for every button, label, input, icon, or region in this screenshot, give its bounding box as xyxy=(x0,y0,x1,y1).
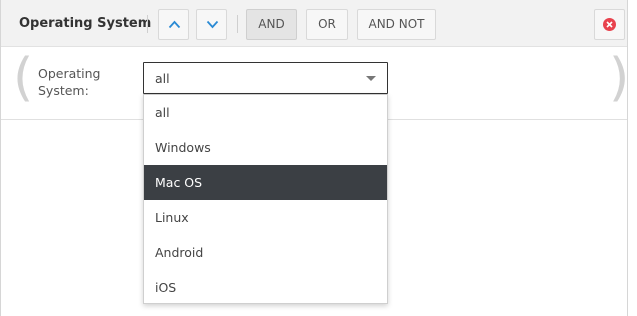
operating-system-select[interactable]: all xyxy=(143,62,388,94)
operating-system-dropdown: all Windows Mac OS Linux Android iOS xyxy=(143,94,388,304)
and-button[interactable]: AND xyxy=(246,9,297,40)
scrollbar[interactable] xyxy=(631,0,637,316)
option-android[interactable]: Android xyxy=(144,235,387,270)
select-value: all xyxy=(155,71,170,86)
close-circle-icon xyxy=(603,18,616,31)
criteria-toolbar: Operating System AND OR AND NOT xyxy=(1,0,627,47)
option-linux[interactable]: Linux xyxy=(144,200,387,235)
toolbar-divider xyxy=(237,15,238,33)
open-paren: ( xyxy=(13,48,34,108)
panel-title: Operating System xyxy=(19,16,152,31)
or-button[interactable]: OR xyxy=(306,9,348,40)
move-down-button[interactable] xyxy=(196,9,227,40)
operating-system-label: Operating System: xyxy=(38,66,101,98)
chevron-up-icon xyxy=(168,20,181,29)
option-ios[interactable]: iOS xyxy=(144,270,387,305)
caret-down-icon xyxy=(366,76,376,81)
option-mac-os[interactable]: Mac OS xyxy=(144,165,387,200)
and-not-button[interactable]: AND NOT xyxy=(357,9,436,40)
remove-criteria-button[interactable] xyxy=(594,9,625,40)
criteria-panel: Operating System AND OR AND NOT ( ) Oper… xyxy=(0,0,630,316)
chevron-down-icon xyxy=(206,20,219,29)
option-all[interactable]: all xyxy=(144,95,387,130)
option-windows[interactable]: Windows xyxy=(144,130,387,165)
close-paren: ) xyxy=(609,48,630,108)
move-up-button[interactable] xyxy=(158,9,189,40)
toolbar-divider xyxy=(147,15,148,33)
